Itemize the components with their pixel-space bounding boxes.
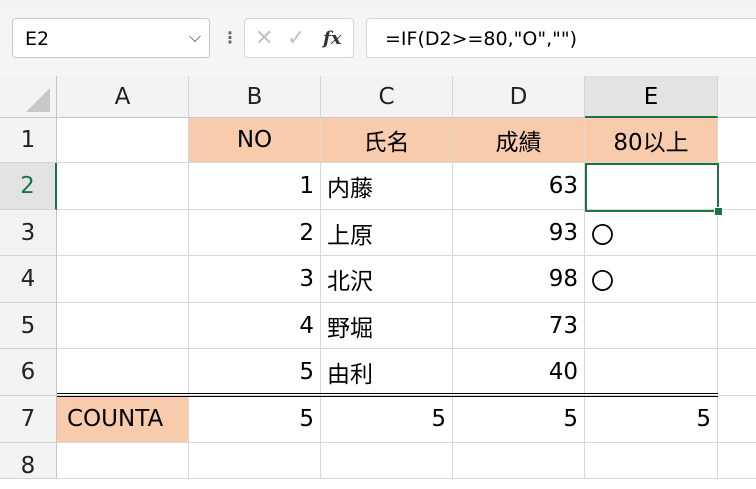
cell-d7[interactable]: 5 [453,396,585,443]
cell-f4[interactable] [718,256,756,303]
spreadsheet-grid: A B C D E 1 2 3 4 5 6 7 8 NO 氏名 成績 80以上 … [0,0,756,479]
cell-d6[interactable]: 40 [453,349,585,396]
cell-b8[interactable] [189,443,321,479]
cell-f2[interactable] [718,163,756,210]
cell-b5-text: 4 [299,312,314,339]
cell-e8[interactable] [585,443,718,479]
cell-c7-text: 5 [431,406,446,432]
cell-f5[interactable] [718,303,756,349]
cell-c2-text: 内藤 [327,176,373,202]
cell-a7[interactable]: COUNTA [57,396,189,443]
cell-c1[interactable]: 氏名 [321,118,453,163]
active-cell-outline [585,163,719,212]
cell-d1-text: 成績 [495,130,542,156]
cell-b3[interactable]: 2 [189,210,321,256]
cell-c7[interactable]: 5 [321,396,453,443]
cell-d3[interactable]: 93 [453,210,585,256]
cell-d8[interactable] [453,443,585,479]
cell-d2[interactable]: 63 [453,163,585,210]
cell-b4-text: 3 [299,266,314,292]
select-all-corner[interactable] [0,76,57,118]
cell-d2-text: 63 [548,173,578,199]
cell-f8[interactable] [718,443,756,479]
cell-b5[interactable]: 4 [189,303,321,349]
cell-e6[interactable] [585,349,718,396]
row-header-4[interactable]: 4 [0,256,57,303]
cell-e1-text: 80以上 [613,130,689,156]
cell-c1-text: 氏名 [363,130,410,156]
row-header-1[interactable]: 1 [0,118,57,163]
cell-f6[interactable] [718,349,756,396]
cell-a5[interactable] [57,303,189,349]
cell-a1[interactable] [57,118,189,163]
column-header-a[interactable]: A [57,76,189,118]
column-header-e[interactable]: E [585,76,718,118]
cell-e7[interactable]: 5 [585,396,718,443]
cell-b7[interactable]: 5 [189,396,321,443]
cell-b1-text: NO [236,127,273,153]
cell-d3-text: 93 [548,219,578,246]
row-header-3[interactable]: 3 [0,210,57,256]
column-header-c[interactable]: C [321,76,453,118]
cell-a2[interactable] [57,163,189,210]
cell-b7-text: 5 [299,406,314,432]
cell-d7-text: 5 [563,406,578,432]
cell-c3[interactable]: 上原 [321,210,453,256]
cell-d5[interactable]: 73 [453,303,585,349]
cell-b2-text: 1 [299,173,314,199]
row-header-5[interactable]: 5 [0,303,57,349]
cell-e5[interactable] [585,303,718,349]
cell-b2[interactable]: 1 [189,163,321,210]
cell-a8[interactable] [57,443,189,479]
column-header-d[interactable]: D [453,76,585,118]
cell-c5-text: 野堀 [327,315,373,342]
row-header-8[interactable]: 8 [0,443,57,479]
double-border-line [57,393,718,397]
cell-c4[interactable]: 北沢 [321,256,453,303]
cell-c8[interactable] [321,443,453,479]
cell-c2[interactable]: 内藤 [321,163,453,210]
cell-c6-text: 由利 [327,362,373,388]
cell-e3[interactable]: 〇 [585,210,718,256]
cell-b4[interactable]: 3 [189,256,321,303]
cell-c3-text: 上原 [327,222,373,249]
column-header-b[interactable]: B [189,76,321,118]
cell-a3[interactable] [57,210,189,256]
fill-handle[interactable] [714,207,723,216]
cell-d5-text: 73 [548,312,578,339]
row-header-6[interactable]: 6 [0,349,57,396]
cell-e1[interactable]: 80以上 [585,118,718,163]
cell-e4-text: 〇 [591,269,614,295]
cell-f3[interactable] [718,210,756,256]
column-header-f[interactable] [718,76,756,118]
cell-a7-text: COUNTA [67,406,164,432]
cell-b3-text: 2 [299,219,314,246]
cell-d6-text: 40 [548,359,578,385]
cell-c6[interactable]: 由利 [321,349,453,396]
cell-b6-text: 5 [299,359,314,385]
row-header-2[interactable]: 2 [0,163,57,210]
cell-b1[interactable]: NO [189,118,321,163]
cell-c4-text: 北沢 [327,269,373,295]
row-header-7[interactable]: 7 [0,396,57,443]
cell-d1[interactable]: 成績 [453,118,585,163]
cell-e3-text: 〇 [591,222,614,249]
cell-e7-text: 5 [696,406,711,432]
cell-d4[interactable]: 98 [453,256,585,303]
cell-b6[interactable]: 5 [189,349,321,396]
select-all-icon [26,88,50,112]
cell-e4[interactable]: 〇 [585,256,718,303]
cell-f1[interactable] [718,118,756,163]
cell-f7[interactable] [718,396,756,443]
cell-d4-text: 98 [548,266,578,292]
cell-a4[interactable] [57,256,189,303]
cell-c5[interactable]: 野堀 [321,303,453,349]
cell-a6[interactable] [57,349,189,396]
